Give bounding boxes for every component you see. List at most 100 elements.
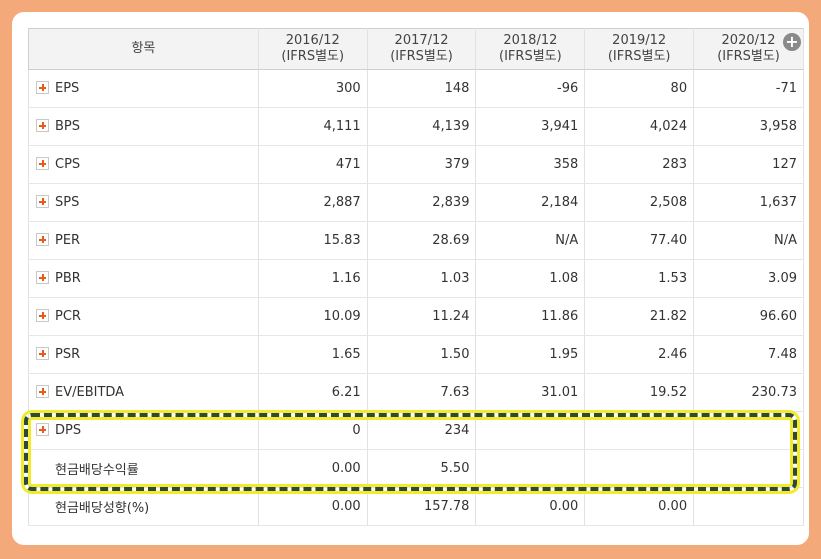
value-cell: 1.08 <box>475 259 586 298</box>
table-header-row: 항목 2016/12 (IFRS별도) 2017/12 (IFRS별도) 2018/… <box>28 28 804 70</box>
table-row: 현금배당수익률 0.00 5.50 <box>28 449 804 488</box>
row-label: CPS <box>55 157 81 172</box>
value-cell <box>693 487 804 526</box>
row-label-cell[interactable]: EPS <box>28 69 259 108</box>
value-cell: 1.95 <box>475 335 586 374</box>
value-cell: 3.09 <box>693 259 804 298</box>
expand-icon[interactable] <box>36 157 49 170</box>
value-cell <box>693 411 804 450</box>
basis-label: (IFRS별도) <box>607 49 671 64</box>
row-label: PBR <box>55 271 81 286</box>
value-cell: 11.24 <box>367 297 477 336</box>
value-cell: 21.82 <box>584 297 695 336</box>
value-cell: 471 <box>258 145 368 184</box>
table-row: 현금배당성향(%) 0.00 157.78 0.00 0.00 <box>28 487 804 526</box>
value-cell: 4,139 <box>367 107 477 146</box>
value-cell: 0.00 <box>584 487 695 526</box>
table-row: PER 15.83 28.69 N/A 77.40 N/A <box>28 221 804 260</box>
value-cell: 2,887 <box>258 183 368 222</box>
row-label-cell[interactable]: DPS <box>28 411 259 450</box>
table-row: BPS 4,111 4,139 3,941 4,024 3,958 <box>28 107 804 146</box>
expand-icon[interactable] <box>36 423 49 436</box>
table-row: CPS 471 379 358 283 127 <box>28 145 804 184</box>
expand-icon[interactable] <box>36 233 49 246</box>
value-cell: 1,637 <box>693 183 804 222</box>
row-label: EPS <box>55 81 80 96</box>
value-cell: 379 <box>367 145 477 184</box>
row-label-cell[interactable]: SPS <box>28 183 259 222</box>
screenshot-frame: 항목 2016/12 (IFRS별도) 2017/12 (IFRS별도) 2018/… <box>12 12 809 545</box>
basis-label: (IFRS별도) <box>717 49 780 64</box>
add-column-icon[interactable]: + <box>783 33 801 51</box>
column-header-year: 2020/12 (IFRS별도) + <box>693 28 804 70</box>
value-cell: 3,958 <box>693 107 804 146</box>
row-label-cell[interactable]: PBR <box>28 259 259 298</box>
value-cell: 11.86 <box>475 297 586 336</box>
expand-icon[interactable] <box>36 81 49 94</box>
row-label-cell[interactable]: CPS <box>28 145 259 184</box>
expand-icon[interactable] <box>36 119 49 132</box>
row-label: PCR <box>55 309 81 324</box>
value-cell <box>475 449 586 488</box>
value-cell: 6.21 <box>258 373 368 412</box>
row-label-cell[interactable]: EV/EBITDA <box>28 373 259 412</box>
value-cell: 300 <box>258 69 368 108</box>
value-cell: 1.53 <box>584 259 695 298</box>
value-cell: 77.40 <box>584 221 695 260</box>
value-cell: 127 <box>693 145 804 184</box>
row-label-cell: 현금배당수익률 <box>28 449 259 488</box>
value-cell: 0.00 <box>258 449 368 488</box>
basis-label: (IFRS별도) <box>390 49 453 64</box>
row-label-cell[interactable]: BPS <box>28 107 259 146</box>
value-cell: 0.00 <box>475 487 586 526</box>
row-label-cell[interactable]: PER <box>28 221 259 260</box>
expand-icon[interactable] <box>36 385 49 398</box>
value-cell <box>584 411 695 450</box>
year-label: 2020/12 <box>721 33 776 48</box>
row-label: SPS <box>55 195 80 210</box>
value-cell: -96 <box>475 69 586 108</box>
value-cell: 0 <box>258 411 368 450</box>
value-cell: 157.78 <box>367 487 477 526</box>
value-cell: 1.65 <box>258 335 368 374</box>
expand-icon[interactable] <box>36 195 49 208</box>
table-row: EV/EBITDA 6.21 7.63 31.01 19.52 230.73 <box>28 373 804 412</box>
value-cell: 7.48 <box>693 335 804 374</box>
value-cell <box>475 411 586 450</box>
value-cell: 1.50 <box>367 335 477 374</box>
value-cell: 2.46 <box>584 335 695 374</box>
value-cell: 5.50 <box>367 449 477 488</box>
row-label: 현금배당수익률 <box>55 463 139 478</box>
value-cell: 2,184 <box>475 183 586 222</box>
expand-icon[interactable] <box>36 347 49 360</box>
year-label: 2018/12 <box>503 33 558 48</box>
row-label-cell[interactable]: PSR <box>28 335 259 374</box>
value-cell: 283 <box>584 145 695 184</box>
value-cell <box>584 449 695 488</box>
item-header-label: 항목 <box>131 41 156 56</box>
table-row: PBR 1.16 1.03 1.08 1.53 3.09 <box>28 259 804 298</box>
row-label-cell[interactable]: PCR <box>28 297 259 336</box>
financial-ratio-table: 항목 2016/12 (IFRS별도) 2017/12 (IFRS별도) 2018/… <box>28 28 804 526</box>
value-cell: 2,839 <box>367 183 477 222</box>
basis-label: (IFRS별도) <box>499 49 562 64</box>
expand-icon[interactable] <box>36 309 49 322</box>
basis-label: (IFRS별도) <box>281 49 345 64</box>
row-label-cell: 현금배당성향(%) <box>28 487 259 526</box>
value-cell: 80 <box>584 69 695 108</box>
value-cell: 0.00 <box>258 487 368 526</box>
row-label: 현금배당성향(%) <box>55 501 150 516</box>
value-cell: 230.73 <box>693 373 804 412</box>
table-row: EPS 300 148 -96 80 -71 <box>28 69 804 108</box>
value-cell: 96.60 <box>693 297 804 336</box>
expand-icon[interactable] <box>36 271 49 284</box>
value-cell: -71 <box>693 69 804 108</box>
value-cell: 4,111 <box>258 107 368 146</box>
year-label: 2016/12 <box>285 33 340 48</box>
value-cell: 234 <box>367 411 477 450</box>
value-cell: 10.09 <box>258 297 368 336</box>
table-row: SPS 2,887 2,839 2,184 2,508 1,637 <box>28 183 804 222</box>
value-cell: 1.16 <box>258 259 368 298</box>
value-cell: N/A <box>693 221 804 260</box>
value-cell: 3,941 <box>475 107 586 146</box>
